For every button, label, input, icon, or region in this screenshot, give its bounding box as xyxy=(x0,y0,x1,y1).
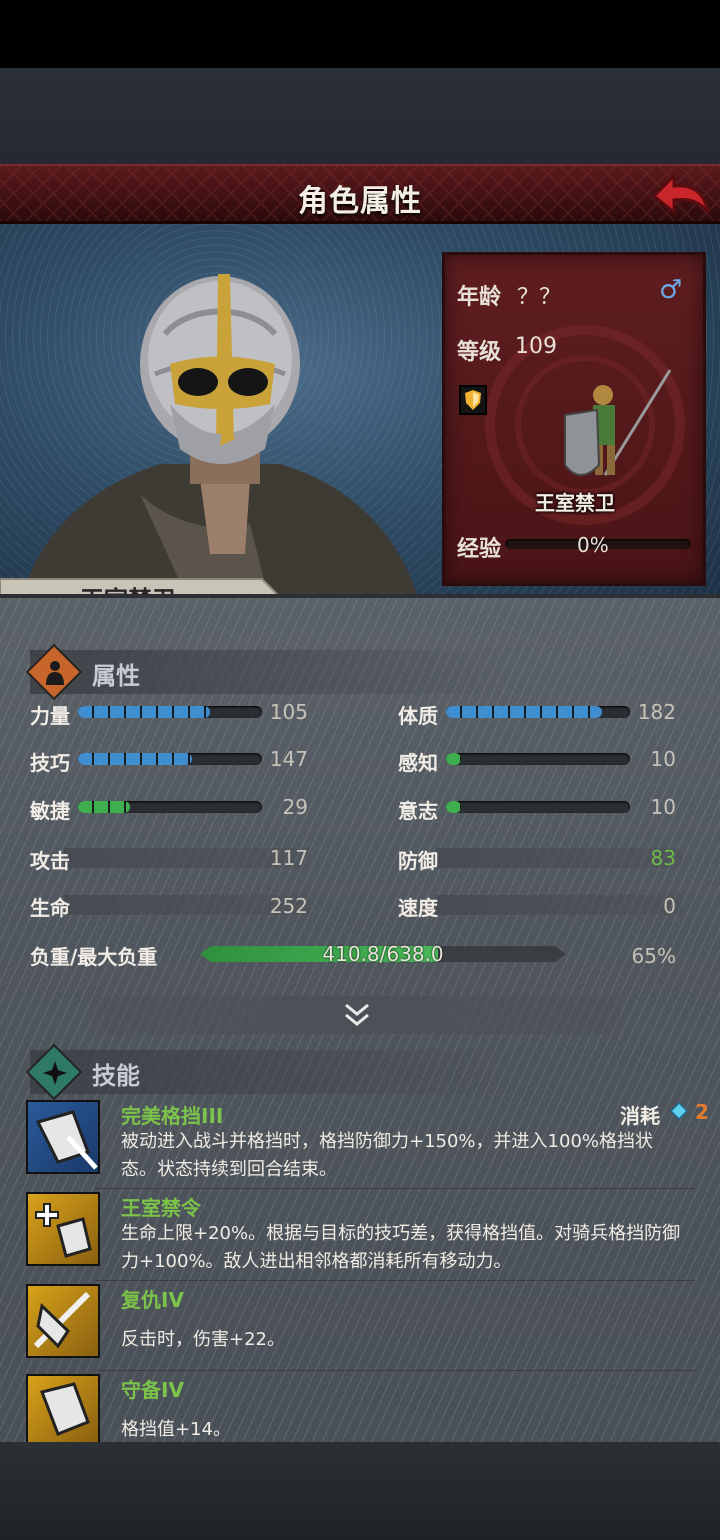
title-bar: 角色属性 xyxy=(0,164,720,224)
stat-bar xyxy=(78,801,262,813)
stat-bar xyxy=(446,706,630,718)
exp-label: 经验 xyxy=(457,537,502,562)
skills-title: 技能 xyxy=(92,1062,140,1090)
life-value: 252 xyxy=(269,894,308,918)
male-icon: ♂ xyxy=(659,275,683,305)
life-label: 生命 xyxy=(30,896,70,920)
unit-name: 王室禁卫 xyxy=(535,491,615,515)
unit-figure xyxy=(564,369,672,476)
weight-percent: 65% xyxy=(631,944,676,968)
stat-value: 105 xyxy=(269,700,308,724)
weight-label: 负重/最大负重 xyxy=(30,945,158,969)
attributes-title: 属性 xyxy=(92,662,140,690)
class-shield-icon[interactable] xyxy=(459,385,487,415)
speed-label: 速度 xyxy=(398,896,438,920)
stat-bar xyxy=(78,706,262,718)
skill-name: 复仇IV xyxy=(121,1288,184,1312)
top-spacer xyxy=(0,68,720,164)
expand-button[interactable] xyxy=(92,996,620,1034)
stat-value: 10 xyxy=(650,747,676,771)
chevron-down-icon xyxy=(345,1003,369,1026)
skill-name: 王室禁令 xyxy=(121,1196,201,1220)
skill-desc: 格挡值+14。 xyxy=(121,1419,231,1440)
level-label: 等级 xyxy=(457,340,502,365)
exp-value: 0% xyxy=(577,533,609,557)
royal-edict-icon xyxy=(26,1192,100,1266)
character-info-card: 年龄 ？？ ♂ 等级 109 王室禁卫 经验 0% xyxy=(442,252,706,586)
weight-value: 410.8/638.0 xyxy=(322,942,444,966)
attributes-header: 属性 xyxy=(25,643,510,701)
stat-value: 182 xyxy=(637,700,676,724)
page-title: 角色属性 xyxy=(298,184,422,219)
bottom-spacer xyxy=(0,1442,720,1540)
status-bar-area xyxy=(0,0,720,68)
skill-item[interactable]: 复仇IV 反击时，伤害+22。 xyxy=(26,1284,706,1364)
stat-label: 技巧 xyxy=(30,751,70,775)
skill-name: 完美格挡III xyxy=(121,1104,224,1128)
skill-item[interactable]: 完美格挡III 被动进入战斗并格挡时，格挡防御力+150%，并进入100%格挡状… xyxy=(26,1100,706,1180)
age-value: ？？ xyxy=(517,285,562,310)
skill-item[interactable]: 王室禁令 生命上限+20%。根据与目标的技巧差，获得格挡值。对骑兵格挡防御力+1… xyxy=(26,1192,706,1272)
stat-bar xyxy=(446,753,630,765)
defense-label: 防御 xyxy=(398,849,438,873)
stat-label: 力量 xyxy=(30,704,70,728)
speed-value: 0 xyxy=(663,894,676,918)
skill-desc: 生命上限+20%。根据与目标的技巧差，获得格挡值。对骑兵格挡防御力+100%。敌… xyxy=(121,1223,681,1272)
stat-value: 29 xyxy=(282,795,308,819)
defense-value: 83 xyxy=(650,846,676,870)
stat-label: 敏捷 xyxy=(30,799,70,823)
skill-desc: 被动进入战斗并格挡时，格挡防御力+150%，并进入100%格挡状态。状态持续到回… xyxy=(121,1131,653,1180)
guard-icon xyxy=(26,1374,100,1444)
back-arrow-icon xyxy=(651,172,710,216)
character-portrait xyxy=(21,274,419,598)
attack-value: 117 xyxy=(269,846,308,870)
stat-label: 体质 xyxy=(398,704,438,728)
skills-header: 技能 xyxy=(25,1043,510,1101)
age-label: 年龄 xyxy=(457,285,502,310)
revenge-icon xyxy=(26,1284,100,1358)
stat-value: 147 xyxy=(269,747,308,771)
stat-label: 感知 xyxy=(398,751,438,775)
level-value: 109 xyxy=(515,334,557,359)
stat-bar xyxy=(78,753,262,765)
back-button[interactable] xyxy=(648,168,712,220)
skill-name: 守备IV xyxy=(121,1378,184,1402)
skill-item[interactable]: 守备IV 格挡值+14。 xyxy=(26,1374,706,1444)
parry-icon xyxy=(26,1100,100,1174)
skill-desc: 反击时，伤害+22。 xyxy=(121,1329,285,1350)
stat-value: 10 xyxy=(650,795,676,819)
stat-bar xyxy=(446,801,630,813)
attack-label: 攻击 xyxy=(30,849,70,873)
stat-label: 意志 xyxy=(398,799,438,823)
